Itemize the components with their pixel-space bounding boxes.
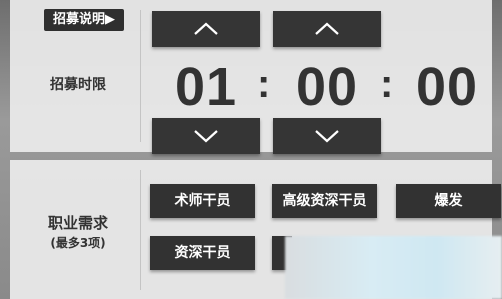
minutes-value: 00 bbox=[295, 57, 359, 117]
seconds-value: 00 bbox=[415, 57, 479, 117]
minute-up-button[interactable] bbox=[273, 11, 381, 47]
hour-down-button[interactable] bbox=[152, 118, 260, 154]
colon-separator: : bbox=[257, 62, 271, 106]
tag-nuker[interactable]: 爆发 bbox=[396, 184, 501, 218]
tag-senior-operator[interactable]: 资深干员 bbox=[150, 236, 255, 270]
chevron-down-icon bbox=[194, 130, 218, 143]
chevron-up-icon bbox=[315, 22, 339, 35]
hours-value: 01 bbox=[174, 57, 238, 117]
tag-caster-operator[interactable]: 术师干员 bbox=[150, 184, 255, 218]
obscured-region bbox=[285, 236, 502, 299]
recruit-info-button[interactable]: 招募说明▶ bbox=[44, 9, 124, 31]
colon-separator: : bbox=[380, 62, 394, 106]
job-requirement-label: 职业需求 bbox=[47, 214, 108, 232]
chevron-up-icon bbox=[194, 22, 218, 35]
divider bbox=[140, 170, 141, 290]
minute-down-button[interactable] bbox=[273, 118, 381, 154]
tag-top-operator[interactable]: 高级资深干员 bbox=[272, 184, 377, 218]
time-limit-label: 招募时限 bbox=[50, 77, 106, 93]
divider bbox=[140, 10, 141, 142]
hour-up-button[interactable] bbox=[152, 11, 260, 47]
job-requirement-sublabel: (最多3项) bbox=[50, 236, 106, 250]
chevron-down-icon bbox=[315, 130, 339, 143]
